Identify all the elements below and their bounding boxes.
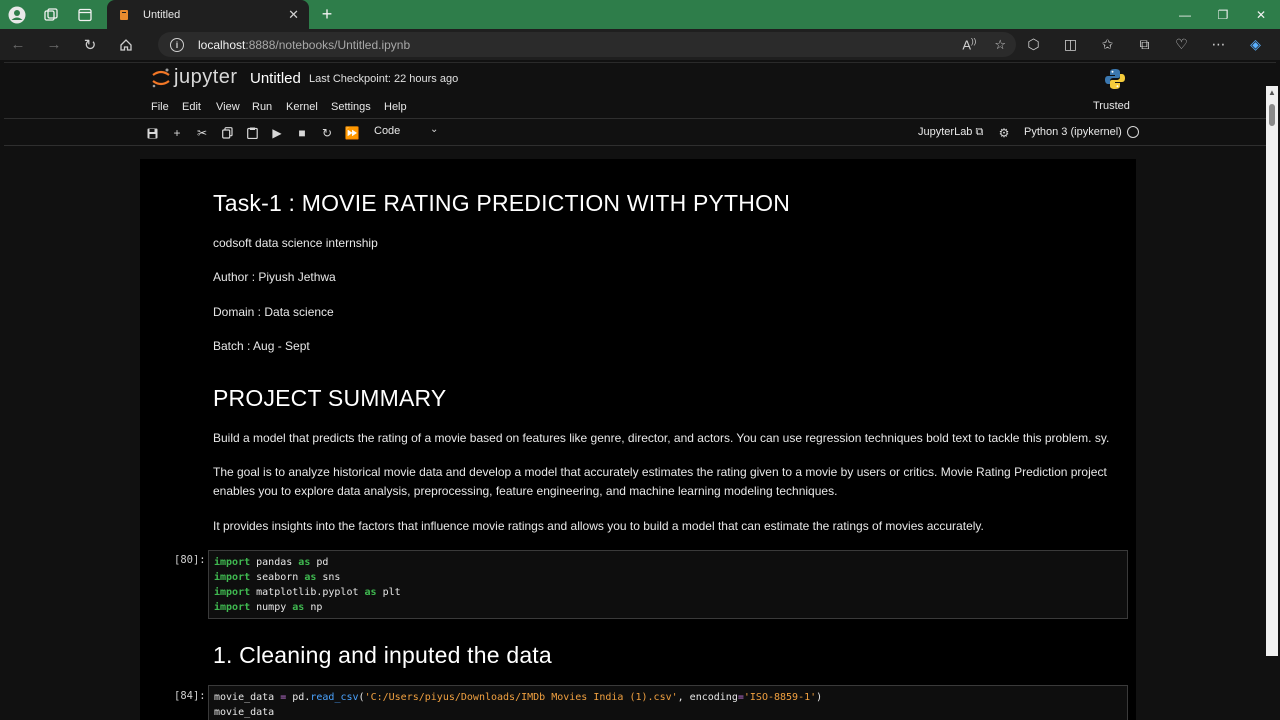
copy-icon[interactable] xyxy=(219,125,235,141)
cell-type-select[interactable]: Code xyxy=(374,125,400,137)
cell-2-prompt: [84]: xyxy=(174,690,206,702)
url-path: :8888/notebooks/Untitled.ipynb xyxy=(245,37,411,52)
window-close-icon[interactable]: ✕ xyxy=(1242,0,1280,29)
menu-file[interactable]: File xyxy=(151,101,169,113)
browser-essentials-icon[interactable]: ♡ xyxy=(1163,36,1200,53)
scrollbar-thumb[interactable] xyxy=(1269,104,1275,126)
profile-icon[interactable] xyxy=(0,0,34,29)
domain-text: Domain : Data science xyxy=(213,305,334,319)
scroll-up-icon[interactable]: ▲ xyxy=(1268,88,1276,97)
code-line: movie_data xyxy=(214,707,275,718)
code-line: import seaborn as sns xyxy=(214,572,341,583)
trusted-indicator[interactable]: Trusted xyxy=(1093,100,1130,112)
save-icon[interactable] xyxy=(144,125,160,141)
minimize-icon[interactable]: — xyxy=(1166,0,1204,29)
notebook-area[interactable]: Task-1 : MOVIE RATING PREDICTION WITH PY… xyxy=(4,147,1276,720)
summary-paragraph-2-line-2: enables you to explore data analysis, pr… xyxy=(213,484,838,498)
jupyter-logo-text: jupyter xyxy=(174,66,238,88)
menu-edit[interactable]: Edit xyxy=(182,101,201,113)
url-host: localhost xyxy=(198,37,246,52)
workspaces-icon[interactable] xyxy=(34,0,68,29)
chevron-down-icon[interactable]: ⌄ xyxy=(430,124,438,135)
python-kernel-logo-icon xyxy=(1105,69,1125,89)
insert-cell-icon[interactable]: + xyxy=(169,125,185,141)
summary-paragraph-2-line-1: The goal is to analyze historical movie … xyxy=(213,465,1107,479)
maximize-icon[interactable]: ❐ xyxy=(1204,0,1242,29)
code-cell-read-csv[interactable]: movie_data = pd.read_csv('C:/Users/piyus… xyxy=(208,685,1128,720)
menu-view[interactable]: View xyxy=(216,101,240,113)
code-line: import numpy as np xyxy=(214,602,323,613)
subtitle-text: codsoft data science internship xyxy=(213,236,378,250)
restart-icon[interactable]: ↻ xyxy=(319,125,335,141)
jupyter-header: jupyter Untitled Last Checkpoint: 22 hou… xyxy=(4,63,1276,95)
kernel-name[interactable]: Python 3 (ipykernel) xyxy=(1024,126,1122,138)
more-menu-icon[interactable]: ⋯ xyxy=(1200,36,1237,53)
section-1-heading: 1. Cleaning and inputed the data xyxy=(213,642,552,668)
notebook-panel: Task-1 : MOVIE RATING PREDICTION WITH PY… xyxy=(140,159,1136,720)
summary-heading: PROJECT SUMMARY xyxy=(213,385,447,411)
browser-toolbar: ← → ↻ i localhost:8888/notebooks/Untitle… xyxy=(0,29,1280,60)
notebook-heading: Task-1 : MOVIE RATING PREDICTION WITH PY… xyxy=(213,190,791,216)
menu-settings[interactable]: Settings xyxy=(331,101,371,113)
menu-kernel[interactable]: Kernel xyxy=(286,101,318,113)
forward-icon[interactable]: → xyxy=(36,29,72,60)
jupyter-app: jupyter Untitled Last Checkpoint: 22 hou… xyxy=(4,62,1276,720)
interrupt-icon[interactable]: ■ xyxy=(294,125,310,141)
last-checkpoint: Last Checkpoint: 22 hours ago xyxy=(309,73,459,85)
tab-close-icon[interactable]: ✕ xyxy=(288,7,299,23)
notebook-title[interactable]: Untitled xyxy=(250,70,301,87)
summary-paragraph-1: Build a model that predicts the rating o… xyxy=(213,431,1110,445)
home-icon[interactable] xyxy=(108,29,144,60)
favorite-star-icon[interactable]: ☆ xyxy=(994,37,1006,53)
tab-title: Untitled xyxy=(143,8,181,21)
code-line: import pandas as pd xyxy=(214,557,329,568)
split-screen-icon[interactable]: ◫ xyxy=(1052,36,1089,53)
code-line: movie_data = pd.read_csv('C:/Users/piyus… xyxy=(214,692,823,703)
run-icon[interactable]: ▶ xyxy=(269,125,285,141)
summary-paragraph-3: It provides insights into the factors th… xyxy=(213,519,984,533)
window-controls: — ❐ ✕ xyxy=(1166,0,1280,29)
batch-text: Batch : Aug - Sept xyxy=(213,339,310,353)
code-cell-imports[interactable]: import pandas as pd import seaborn as sn… xyxy=(208,550,1128,619)
back-icon[interactable]: ← xyxy=(0,29,36,60)
menu-run[interactable]: Run xyxy=(252,101,272,113)
collections-icon[interactable]: ⧉ xyxy=(1126,36,1163,53)
page-scrollbar[interactable]: ▲ xyxy=(1266,86,1278,656)
menubar: File Edit View Run Kernel Settings Help … xyxy=(4,97,1276,119)
browser-tab-active[interactable]: Untitled ✕ xyxy=(107,0,309,29)
author-text: Author : Piyush Jethwa xyxy=(213,270,336,284)
cut-icon[interactable]: ✂ xyxy=(194,125,210,141)
jupyterlab-link-label: JupyterLab xyxy=(918,126,973,138)
extensions-icon[interactable]: ⬡ xyxy=(1015,36,1052,53)
jupyterlab-link[interactable]: JupyterLab ⧉ xyxy=(918,126,983,139)
jupyter-logo[interactable]: jupyter xyxy=(150,66,238,89)
favorites-icon[interactable]: ✩ xyxy=(1089,36,1126,53)
site-info-icon[interactable]: i xyxy=(170,37,184,52)
cell-1-prompt: [80]: xyxy=(174,554,206,566)
copilot-icon[interactable]: ◈ xyxy=(1237,36,1274,53)
refresh-icon[interactable]: ↻ xyxy=(72,29,108,60)
external-link-icon: ⧉ xyxy=(975,126,984,138)
new-tab-icon[interactable]: + xyxy=(316,4,338,24)
address-bar[interactable]: i localhost:8888/notebooks/Untitled.ipyn… xyxy=(158,32,1016,57)
read-aloud-icon[interactable]: A)) xyxy=(962,37,976,52)
restart-run-all-icon[interactable]: ⏩ xyxy=(344,125,360,141)
menu-help[interactable]: Help xyxy=(384,101,407,113)
kernel-status-icon xyxy=(1127,126,1139,138)
jupyter-logo-icon xyxy=(152,68,170,87)
code-line: import matplotlib.pyplot as plt xyxy=(214,587,401,598)
tab-actions-icon[interactable] xyxy=(68,0,102,29)
settings-gear-icon[interactable]: ⚙ xyxy=(996,125,1012,141)
jupyter-tab-favicon-icon xyxy=(117,8,131,22)
notebook-toolbar: + ✂ ▶ ■ ↻ ⏩ Code ⌄ JupyterLab ⧉ ⚙ Python… xyxy=(4,120,1276,146)
paste-icon[interactable] xyxy=(244,125,260,141)
